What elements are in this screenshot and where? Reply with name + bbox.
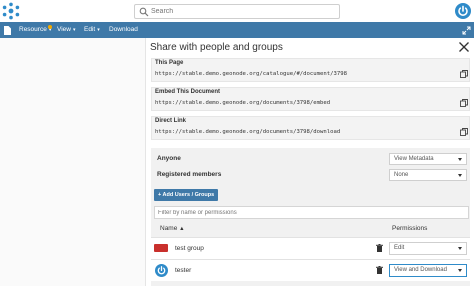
user-menu-button[interactable] <box>455 3 471 19</box>
avatar <box>155 264 168 277</box>
permissions-column-header: Permissions <box>392 225 428 232</box>
sort-up-icon: ▲ <box>179 226 185 232</box>
document-viewer-area <box>0 38 148 286</box>
geonode-logo-icon[interactable] <box>2 2 20 20</box>
filter-input[interactable] <box>158 208 463 218</box>
notification-dot <box>48 25 52 29</box>
group-icon <box>154 244 168 252</box>
permission-subject: Anyone <box>157 155 181 162</box>
menu-edit[interactable]: Edit ▾ <box>84 26 100 33</box>
link-url[interactable]: https://stable.demo.geonode.org/document… <box>155 129 340 135</box>
link-label: This Page <box>155 60 184 66</box>
copy-icon[interactable] <box>460 128 468 136</box>
filter-box[interactable] <box>154 206 469 219</box>
trash-icon[interactable] <box>376 266 383 274</box>
link-label: Direct Link <box>155 118 187 124</box>
permission-select[interactable]: Edit <box>389 242 467 255</box>
link-label: Embed This Document <box>155 89 221 95</box>
search-icon <box>139 7 149 17</box>
permission-subject: Registered members <box>157 171 222 178</box>
name-column-header[interactable]: Name ▲ <box>160 225 185 232</box>
permission-select[interactable]: None <box>389 169 467 181</box>
add-users-groups-button[interactable]: + Add Users / Groups <box>154 189 218 201</box>
resource-toolbar: Resource ▾ View ▾ Edit ▾ Download <box>0 22 474 38</box>
list-item: test group Edit <box>151 237 470 259</box>
caret-down-icon <box>458 174 462 177</box>
chevron-down-icon: ▾ <box>97 27 100 33</box>
top-bar <box>0 0 474 22</box>
caret-down-icon <box>458 158 462 161</box>
caret-down-icon <box>458 269 462 272</box>
expand-icon[interactable] <box>462 26 471 35</box>
embed-link-box: Embed This Document https://stable.demo.… <box>151 87 470 111</box>
menu-download[interactable]: Download <box>109 26 138 33</box>
entry-name: test group <box>175 245 204 252</box>
link-url[interactable]: https://stable.demo.geonode.org/catalogu… <box>155 71 347 77</box>
search-input[interactable] <box>151 5 337 18</box>
menu-resource[interactable]: Resource ▾ <box>19 26 51 33</box>
permission-select[interactable]: View Metadata <box>389 153 467 165</box>
page-link-box: This Page https://stable.demo.geonode.or… <box>151 58 470 82</box>
share-panel-title: Share with people and groups <box>150 42 283 53</box>
power-icon <box>157 266 166 275</box>
general-permission-row: Registered members None <box>154 168 467 182</box>
trash-icon[interactable] <box>376 244 383 252</box>
entry-name: tester <box>175 267 192 274</box>
chevron-down-icon: ▾ <box>72 27 76 33</box>
share-panel: Share with people and groups This Page h… <box>145 38 474 286</box>
close-icon[interactable] <box>458 41 470 53</box>
direct-link-box: Direct Link https://stable.demo.geonode.… <box>151 116 470 140</box>
link-url[interactable]: https://stable.demo.geonode.org/document… <box>155 100 330 106</box>
permission-select[interactable]: View and Download <box>389 264 467 277</box>
copy-icon[interactable] <box>460 70 468 78</box>
power-icon <box>458 5 468 16</box>
document-icon <box>4 26 11 35</box>
general-permission-row: Anyone View Metadata <box>154 152 467 166</box>
list-item: tester View and Download <box>151 259 470 281</box>
menu-view[interactable]: View ▾ <box>57 26 76 33</box>
search-box[interactable] <box>134 4 340 19</box>
caret-down-icon <box>458 247 462 250</box>
copy-icon[interactable] <box>460 99 468 107</box>
